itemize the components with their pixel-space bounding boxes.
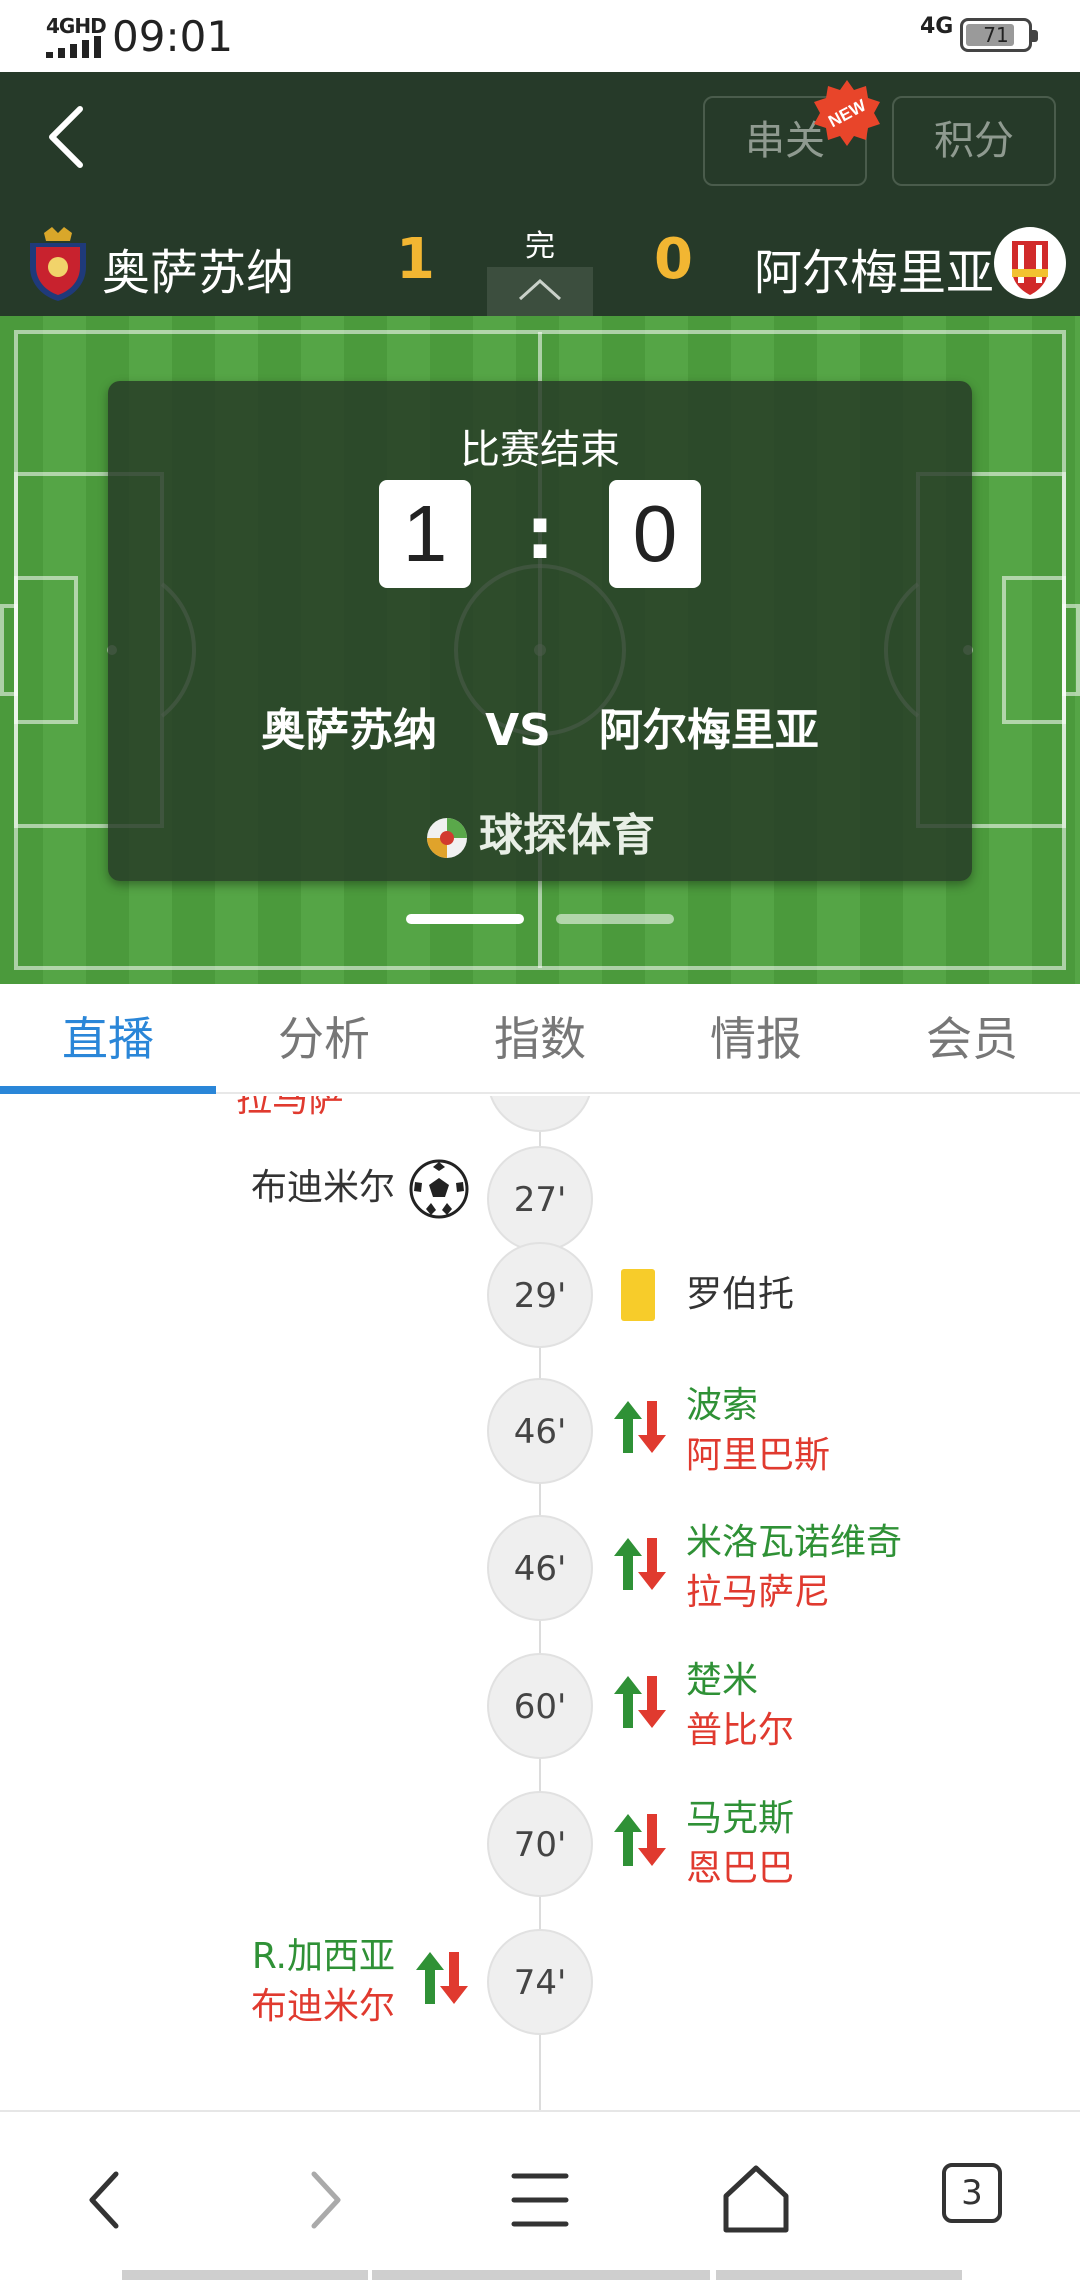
substitution-icon [416, 1952, 468, 2004]
tab-analysis[interactable]: 分析 [216, 984, 432, 1094]
status-bar: 4GHD 09:01 4G 71 [0, 0, 1080, 72]
collapse-button[interactable] [487, 267, 593, 316]
chevron-up-icon [518, 278, 562, 301]
away-team-label: 阿尔梅里亚 [598, 705, 819, 756]
menu-button[interactable] [492, 2152, 588, 2248]
score-separator: : [525, 491, 555, 575]
event-timeline[interactable]: 拉马萨 27' 布迪米尔 29' 罗伯托 46' 波索 阿里巴斯 46' 米洛瓦… [0, 1096, 1080, 2110]
booked-player: 罗伯托 [686, 1274, 795, 1315]
player-in: 马克斯 [686, 1798, 795, 1839]
battery-icon: 71 [960, 18, 1038, 52]
home-team-label: 奥萨苏纳 [261, 705, 438, 756]
tab-bar: 直播 分析 指数 情报 会员 [0, 984, 1080, 1094]
away-team-name: 阿尔梅里亚 [754, 245, 995, 301]
player-out: 拉马萨尼 [686, 1572, 831, 1613]
tab-live[interactable]: 直播 [0, 984, 216, 1094]
yellow-card-icon [621, 1269, 655, 1321]
new-badge: NEW [814, 80, 880, 146]
match-header: 串关 NEW 积分 奥萨苏纳 1 完 0 阿尔梅里亚 [0, 72, 1080, 316]
brand-watermark: 球探体育 [108, 799, 972, 863]
chevron-left-icon [89, 2171, 119, 2229]
goal-scorer: 布迪米尔 [250, 1167, 395, 1208]
browser-back-button[interactable] [58, 2152, 154, 2248]
away-score: 0 [654, 227, 693, 292]
home-button[interactable] [708, 2152, 804, 2248]
player-in: 波索 [686, 1385, 759, 1426]
standings-button[interactable]: 积分 [892, 96, 1056, 186]
signal-icon: 4GHD [46, 14, 107, 58]
tabs-counter-button[interactable]: 3 [942, 2163, 1002, 2223]
carousel-dot[interactable] [556, 914, 674, 924]
minute-marker: 46' [487, 1515, 593, 1621]
minute-marker: 29' [487, 1242, 593, 1348]
substitution-icon [614, 1538, 666, 1590]
score-row: 奥萨苏纳 1 完 0 阿尔梅里亚 [0, 217, 1080, 316]
score-card[interactable]: 比赛结束 1 : 0 奥萨苏纳 VS 阿尔梅里亚 球探体育 [108, 381, 972, 881]
browser-toolbar [0, 2110, 1080, 2280]
minute-marker: 70' [487, 1791, 593, 1897]
network-indicator: 4G [920, 14, 954, 39]
minute-marker [487, 1096, 593, 1132]
substitution-icon [614, 1814, 666, 1866]
gesture-bar-segment [122, 2270, 368, 2280]
away-team-crest [994, 227, 1066, 299]
match-state-label: 完 [525, 229, 555, 264]
tab-odds[interactable]: 指数 [432, 984, 648, 1094]
home-team-name: 奥萨苏纳 [102, 245, 295, 301]
event-player: 拉马萨 [236, 1096, 345, 1120]
brand-ball-icon [427, 818, 467, 858]
back-button[interactable] [30, 97, 110, 177]
network-type-label: 4GHD [46, 14, 107, 38]
home-score-box: 1 [379, 480, 471, 588]
chevron-left-icon [49, 106, 83, 168]
chevron-right-icon [311, 2171, 341, 2229]
substitution-icon [614, 1676, 666, 1728]
menu-icon [511, 2173, 569, 2227]
active-tab-indicator [0, 1086, 216, 1094]
brand-name: 球探体育 [479, 810, 655, 861]
minute-marker: 74' [487, 1929, 593, 2035]
gesture-bar-segment [716, 2270, 962, 2280]
clock: 09:01 [112, 12, 234, 61]
home-score: 1 [396, 227, 435, 292]
minute-marker: 27' [487, 1146, 593, 1252]
tab-membership[interactable]: 会员 [864, 984, 1080, 1094]
browser-forward-button[interactable] [276, 2152, 372, 2248]
battery-level: 71 [983, 23, 1009, 47]
player-out: 阿里巴斯 [686, 1435, 831, 1476]
minute-marker: 46' [487, 1378, 593, 1484]
player-in: R.加西亚 [251, 1936, 395, 1977]
player-out: 恩巴巴 [686, 1848, 795, 1889]
minute-marker: 60' [487, 1653, 593, 1759]
vs-label: VS [485, 705, 551, 756]
substitution-icon [614, 1401, 666, 1453]
home-icon [723, 2165, 789, 2233]
player-out: 布迪米尔 [250, 1986, 395, 2027]
home-team-crest [30, 227, 86, 301]
carousel-dot-active[interactable] [406, 914, 524, 924]
match-status-text: 比赛结束 [460, 427, 620, 473]
matchup-line: 奥萨苏纳 VS 阿尔梅里亚 [108, 694, 972, 758]
soccer-ball-icon [409, 1159, 469, 1219]
player-in: 米洛瓦诺维奇 [686, 1522, 903, 1563]
player-out: 普比尔 [686, 1710, 795, 1751]
away-score-box: 0 [609, 480, 701, 588]
pitch-banner: 比赛结束 1 : 0 奥萨苏纳 VS 阿尔梅里亚 球探体育 [0, 316, 1080, 984]
gesture-bar-segment [372, 2270, 710, 2280]
player-in: 楚米 [686, 1660, 759, 1701]
tab-intel[interactable]: 情报 [648, 984, 864, 1094]
